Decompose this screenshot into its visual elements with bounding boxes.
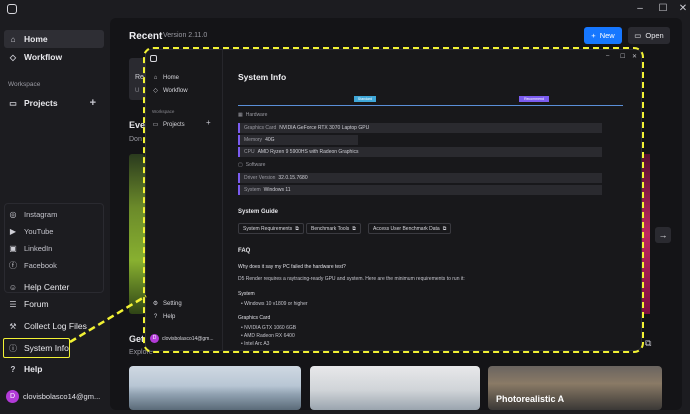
- highlight-connector-line: [69, 294, 147, 344]
